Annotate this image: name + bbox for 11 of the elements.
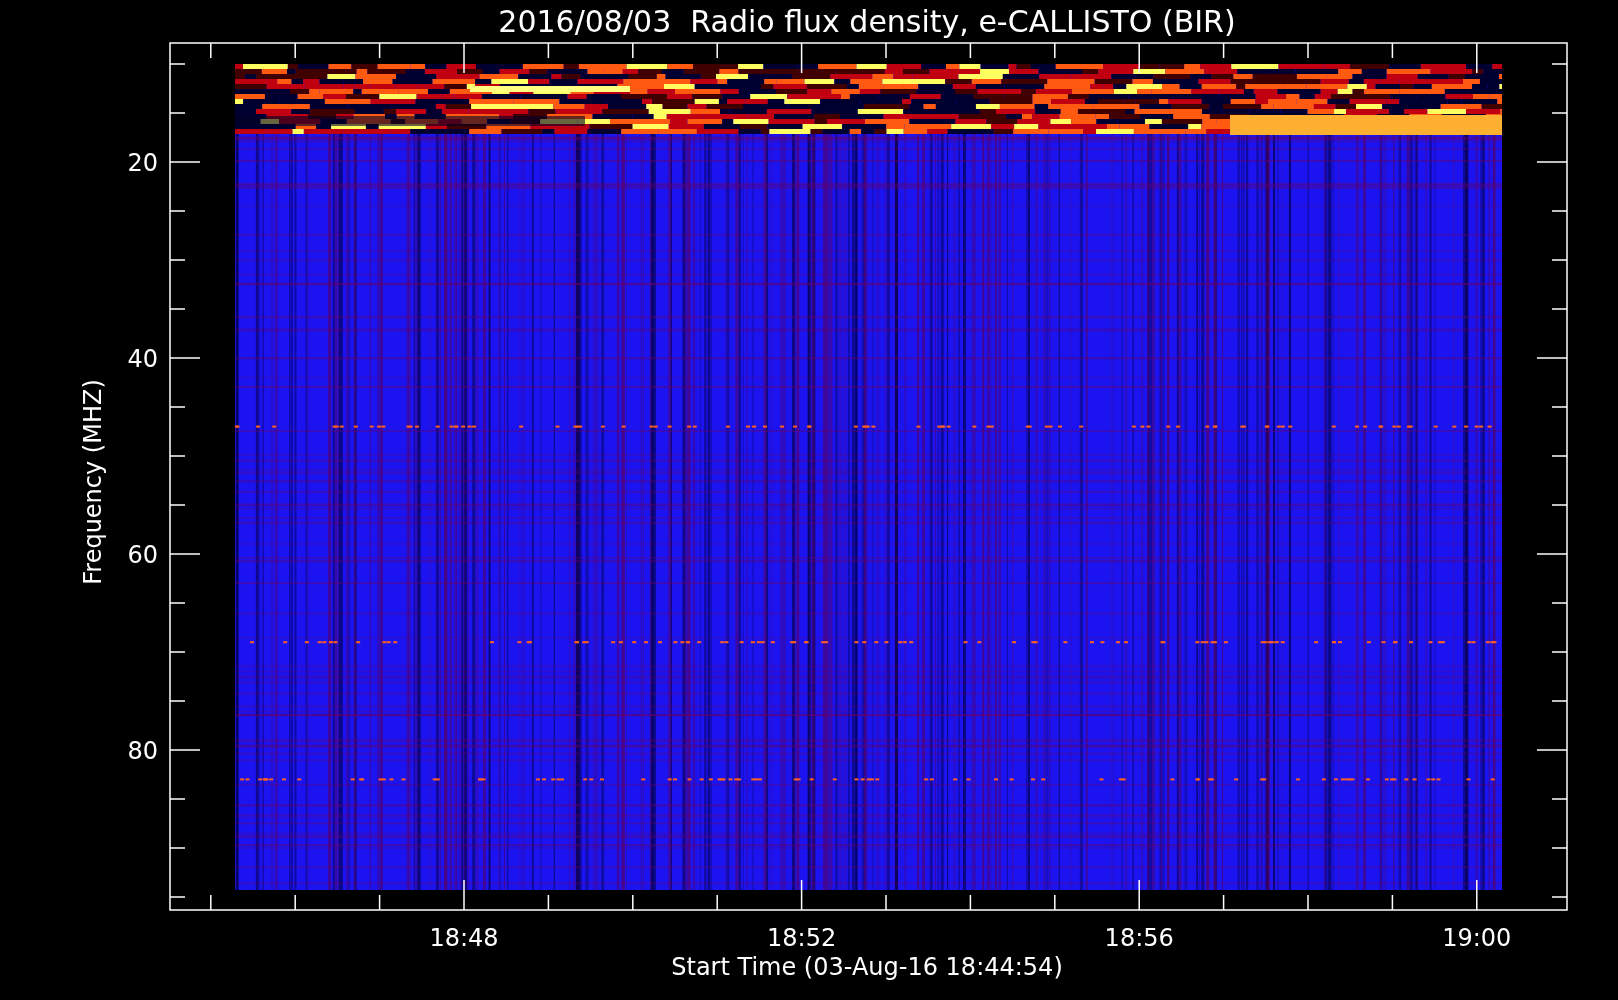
x-tick-label: 19:00 <box>1442 924 1512 952</box>
y-tick-label: 20 <box>127 149 158 177</box>
y-tick-label: 80 <box>127 737 158 765</box>
y-tick-label: 60 <box>127 541 158 569</box>
y-axis-label: Frequency (MHZ) <box>79 379 107 585</box>
plot-title: 2016/08/03 Radio flux density, e-CALLISTO (BIR) <box>498 4 1236 39</box>
y-tick-label: 40 <box>127 345 158 373</box>
x-tick-label: 18:56 <box>1104 924 1174 952</box>
x-tick-label: 18:52 <box>767 924 837 952</box>
x-tick-label: 18:48 <box>429 924 499 952</box>
x-axis-label: Start Time (03-Aug-16 18:44:54) <box>671 953 1063 981</box>
